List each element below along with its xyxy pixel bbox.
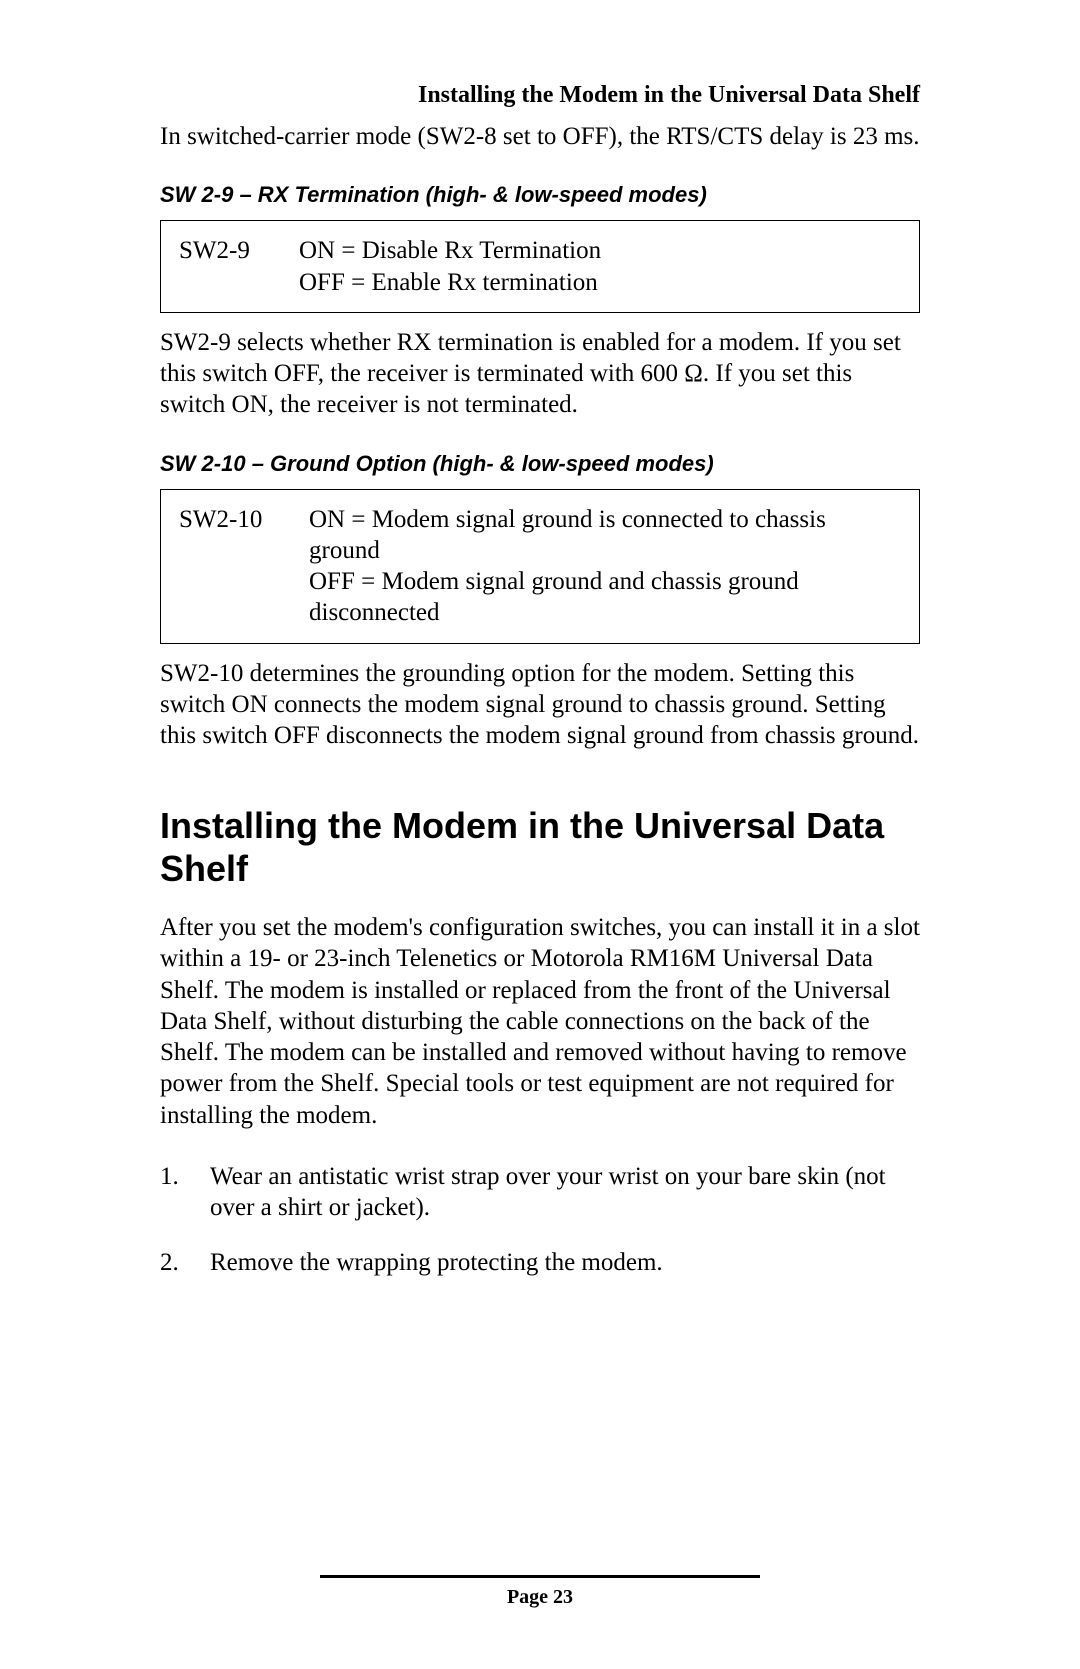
list-item: Remove the wrapping protecting the modem… — [160, 1247, 920, 1278]
switch-name: SW2-10 — [179, 504, 309, 629]
switch-description: ON = Modem signal ground is connected to… — [309, 504, 901, 629]
option-box-sw2-10: SW2-10 ON = Modem signal ground is conne… — [160, 489, 920, 644]
page-number: Page 23 — [320, 1586, 760, 1609]
switch-description: ON = Disable Rx Termination OFF = Enable… — [299, 235, 901, 298]
install-paragraph: After you set the modem's configuration … — [160, 912, 920, 1131]
section2-description: SW2-10 determines the grounding option f… — [160, 658, 920, 752]
option-row: SW2-10 ON = Modem signal ground is conne… — [179, 504, 901, 629]
switch-off-line: OFF = Enable Rx termination — [299, 267, 901, 298]
list-item: Wear an antistatic wrist strap over your… — [160, 1161, 920, 1224]
install-steps-list: Wear an antistatic wrist strap over your… — [160, 1161, 920, 1279]
section-label-sw2-10: SW 2-10 – Ground Option (high- & low-spe… — [160, 451, 920, 477]
footer-divider — [320, 1575, 760, 1578]
switch-on-line: ON = Disable Rx Termination — [299, 235, 901, 266]
switch-name: SW2-9 — [179, 235, 299, 298]
page-container: Installing the Modem in the Universal Da… — [0, 0, 1080, 1669]
page-footer: Page 23 — [0, 1575, 1080, 1609]
switch-off-line: OFF = Modem signal ground and chassis gr… — [309, 566, 901, 629]
intro-paragraph: In switched-carrier mode (SW2-8 set to O… — [160, 121, 920, 152]
section-label-sw2-9: SW 2-9 – RX Termination (high- & low-spe… — [160, 182, 920, 208]
switch-on-line: ON = Modem signal ground is connected to… — [309, 504, 901, 567]
main-heading: Installing the Modem in the Universal Da… — [160, 805, 920, 890]
option-box-sw2-9: SW2-9 ON = Disable Rx Termination OFF = … — [160, 220, 920, 313]
running-header: Installing the Modem in the Universal Da… — [160, 82, 920, 109]
option-row: SW2-9 ON = Disable Rx Termination OFF = … — [179, 235, 901, 298]
section1-description: SW2-9 selects whether RX termination is … — [160, 327, 920, 421]
